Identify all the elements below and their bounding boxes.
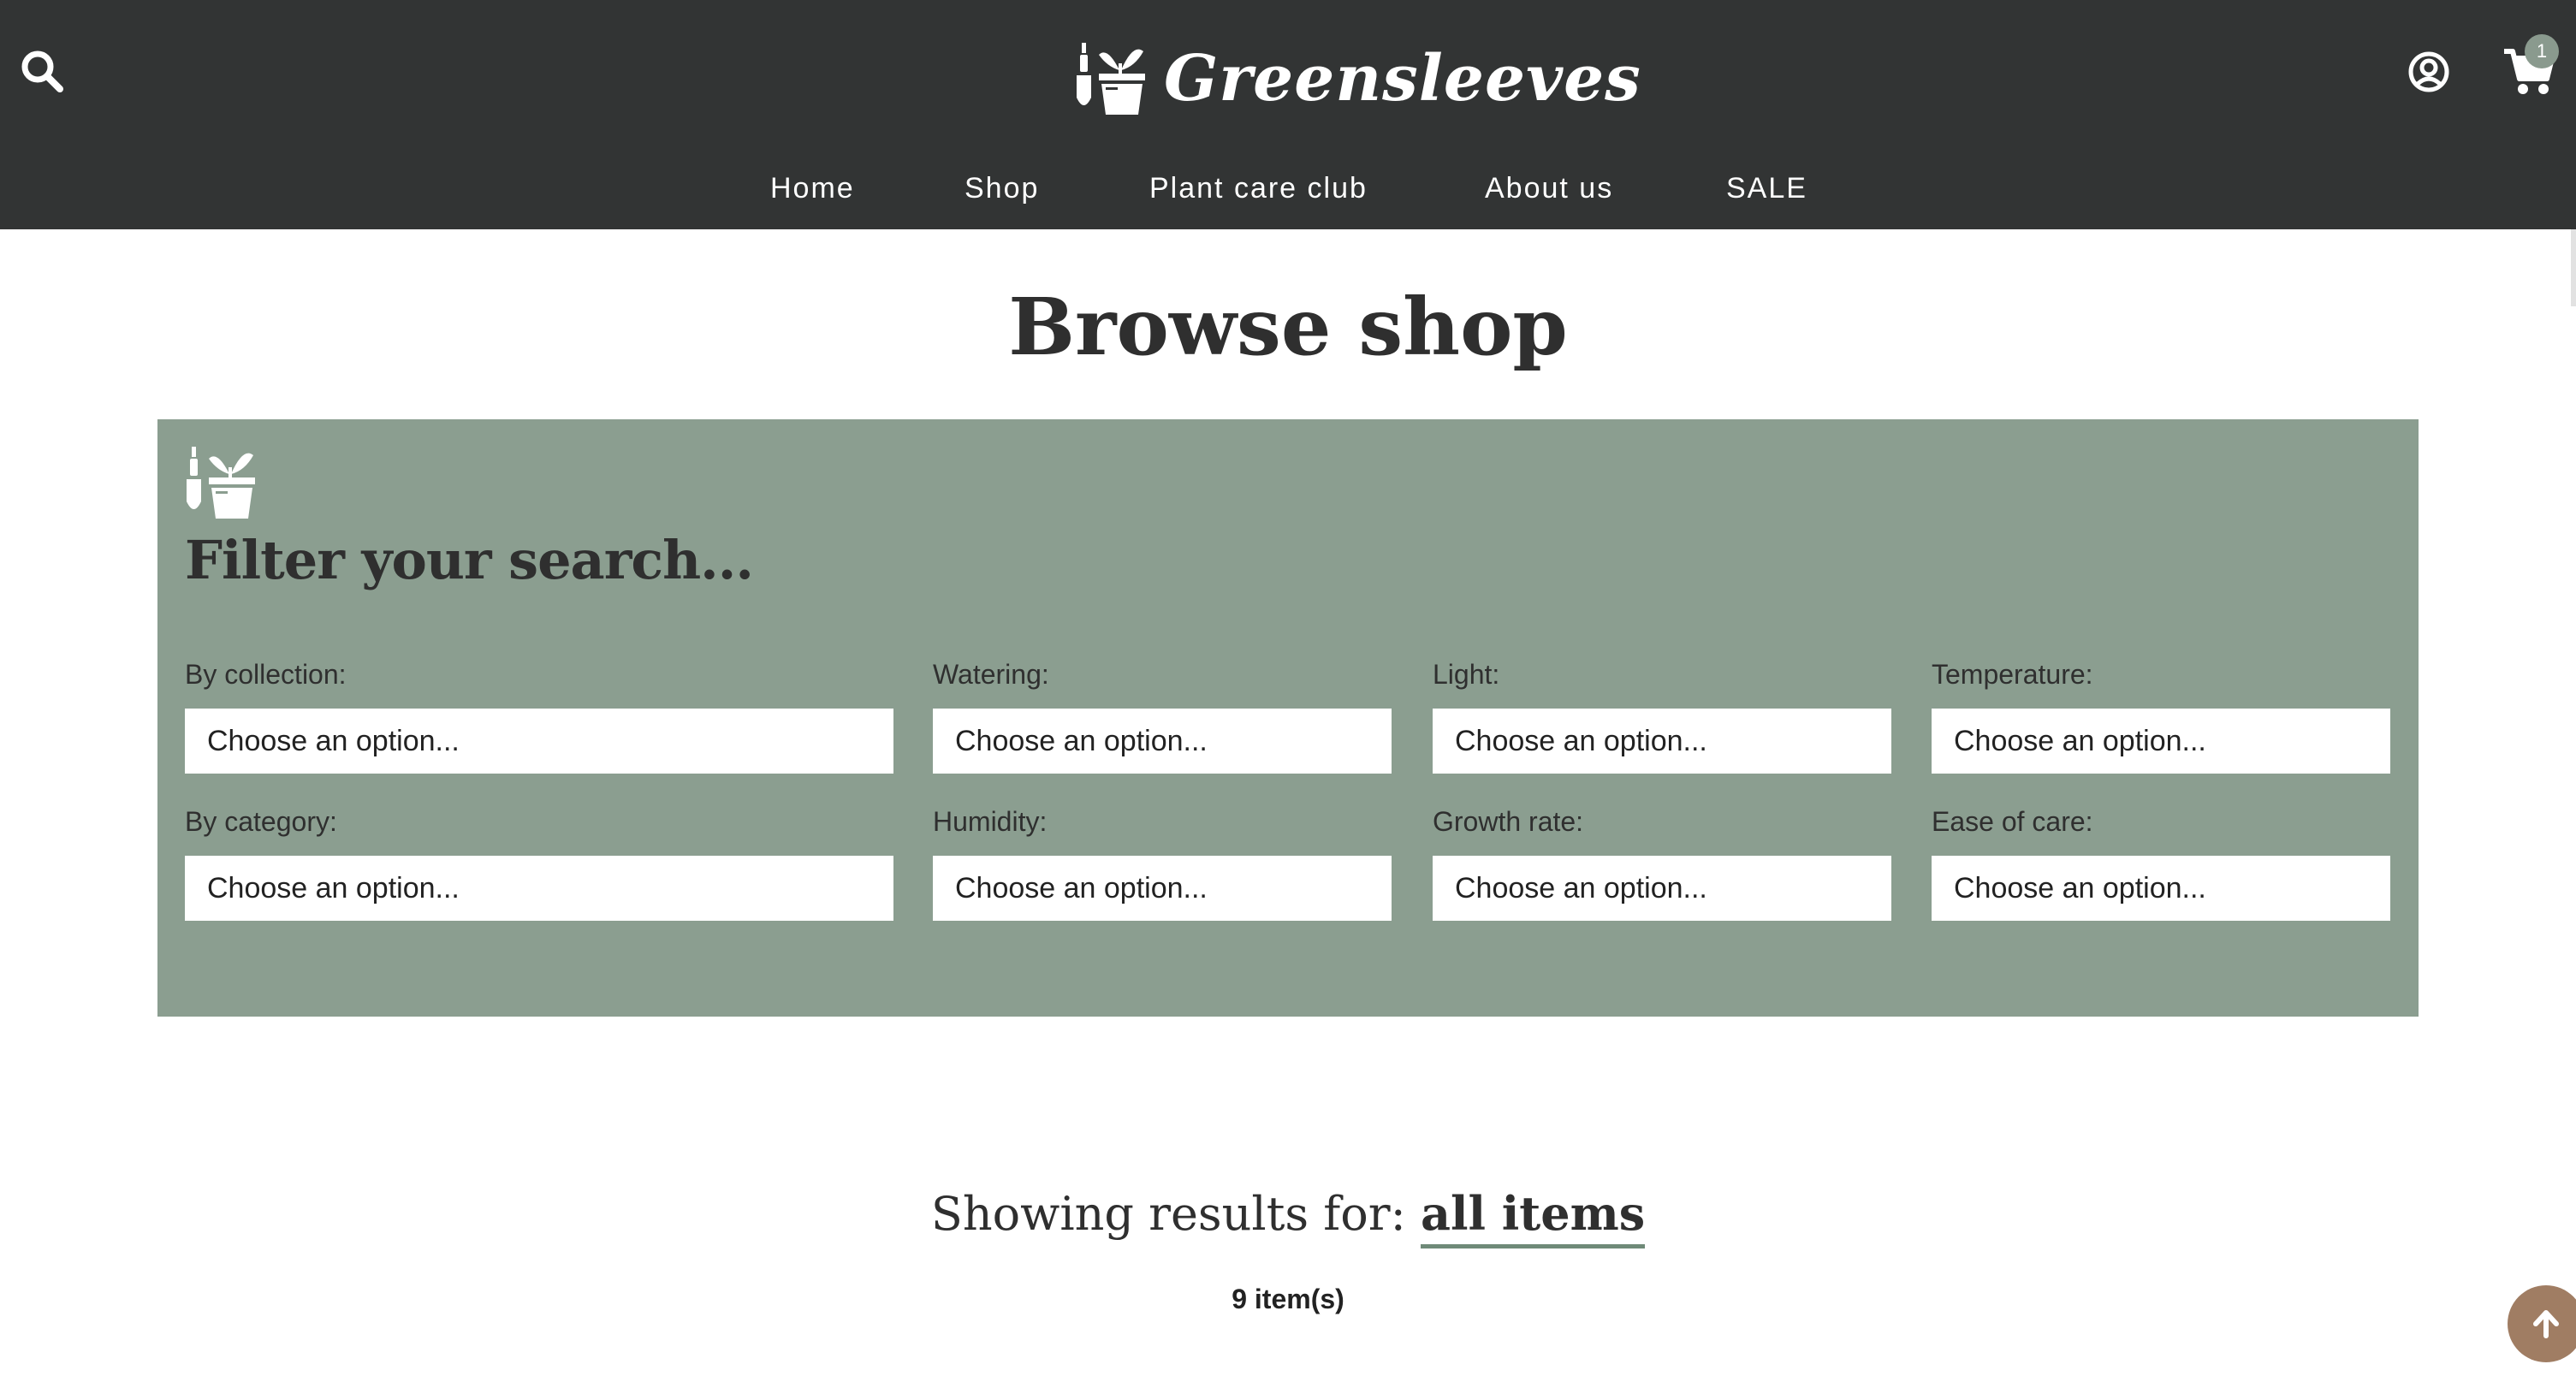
nav-item-plant-care-club[interactable]: Plant care club (1149, 164, 1368, 212)
plant-pot-icon (187, 447, 255, 519)
nav-item-home[interactable]: Home (770, 164, 855, 212)
nav-item-about-us[interactable]: About us (1485, 164, 1613, 212)
filter-panel: Filter your search... By collection: Cho… (157, 419, 2419, 1017)
arrow-up-icon (2533, 1310, 2559, 1338)
user-circle-icon[interactable] (2405, 48, 2453, 96)
filter-label-ease-of-care: Ease of care: (1932, 806, 2093, 837)
filter-select-watering[interactable]: Choose an option... (933, 709, 1392, 774)
filter-label-light: Light: (1433, 659, 1500, 690)
search-icon[interactable] (19, 48, 67, 96)
filter-label-watering: Watering: (933, 659, 1049, 690)
item-count: 9 item(s) (1232, 1284, 1344, 1314)
main-nav: Home Shop Plant care club About us SALE (0, 164, 2576, 212)
nav-item-shop[interactable]: Shop (965, 164, 1039, 212)
filter-label-category: By category: (185, 806, 337, 837)
nav-item-sale[interactable]: SALE (1726, 164, 1807, 212)
filter-select-collection[interactable]: Choose an option... (185, 709, 893, 774)
results-summary: Showing results for: all items (0, 1186, 2576, 1248)
page-title: Browse shop (1008, 281, 1568, 373)
cart-count-badge: 1 (2525, 34, 2559, 68)
scroll-to-top-button[interactable] (2508, 1285, 2576, 1362)
results-query: all items (1420, 1186, 1646, 1248)
brand-name: Greensleeves (1164, 42, 1641, 116)
filter-heading: Filter your search... (185, 529, 754, 591)
filter-select-category[interactable]: Choose an option... (185, 856, 893, 921)
filter-label-growth-rate: Growth rate: (1433, 806, 1584, 837)
filter-select-humidity[interactable]: Choose an option... (933, 856, 1392, 921)
filter-select-light[interactable]: Choose an option... (1433, 709, 1891, 774)
filter-label-collection: By collection: (185, 659, 347, 690)
filter-select-temperature[interactable]: Choose an option... (1932, 709, 2390, 774)
results-prefix: Showing results for: (930, 1187, 1406, 1241)
brand-logo-link[interactable]: Greensleeves (1073, 34, 1641, 123)
plant-pot-logo-icon (1077, 43, 1145, 115)
filter-select-growth-rate[interactable]: Choose an option... (1433, 856, 1891, 921)
filter-label-temperature: Temperature: (1932, 659, 2093, 690)
site-header: Greensleeves 1 Home Shop Plant care club… (0, 0, 2576, 229)
filter-select-ease-of-care[interactable]: Choose an option... (1932, 856, 2390, 921)
filter-label-humidity: Humidity: (933, 806, 1048, 837)
